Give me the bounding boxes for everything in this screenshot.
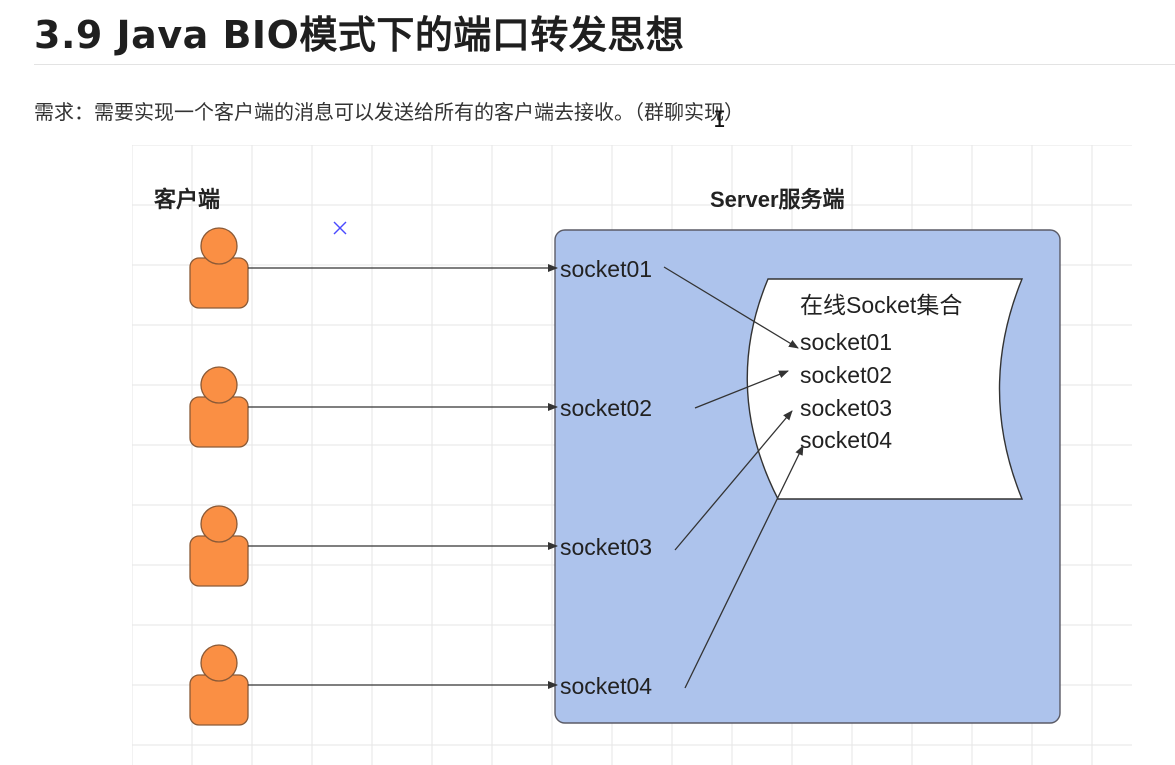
server-label: Server服务端 [710,187,845,212]
server-socket-label: socket04 [560,673,652,699]
server-socket-label: socket02 [560,395,652,421]
requirement-text: 需求：需要实现一个客户端的消息可以发送给所有的客户端去接收。（群聊实现） [34,100,744,124]
text-cursor-icon: I [713,108,727,133]
page-title: 3.9 Java BIO模式下的端口转发思想 [34,13,685,57]
port-forwarding-diagram: 客户端 Server服务端 在线Socket集合 socket01 socket0… [132,145,1132,765]
server-socket-label: socket03 [560,534,652,560]
collection-title: 在线Socket集合 [800,292,962,318]
client-group [189,227,249,726]
collection-socket-label: socket03 [800,395,892,421]
user-icon [189,644,249,726]
user-icon [189,227,249,309]
collection-socket-label: socket01 [800,329,892,355]
user-icon [189,505,249,587]
client-label: 客户端 [154,187,220,212]
user-icon [189,366,249,448]
server-socket-label: socket01 [560,256,652,282]
client-connections [248,264,558,689]
collection-socket-label: socket02 [800,362,892,388]
close-icon [333,221,347,235]
collection-socket-label: socket04 [800,427,892,453]
title-divider [34,64,1175,65]
